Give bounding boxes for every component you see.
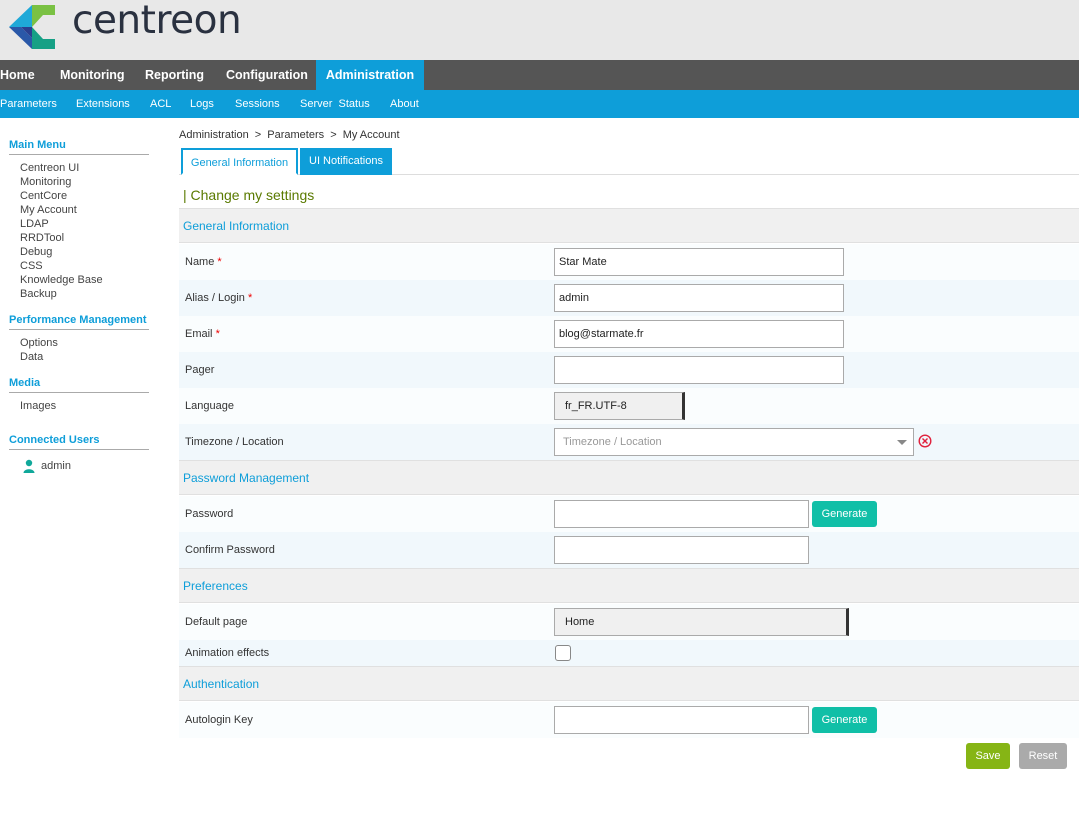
section-preferences: Preferences: [179, 568, 1079, 603]
alias-label: Alias / Login *: [185, 292, 253, 304]
sidebar-heading-media: Media: [9, 377, 149, 393]
password-label: Password: [185, 508, 234, 520]
section-general-information: General Information: [179, 208, 1079, 243]
brand-name: centreon: [72, 0, 242, 43]
autologin-key-field[interactable]: [554, 706, 809, 734]
language-label: Language: [185, 400, 234, 412]
topnav-monitoring[interactable]: Monitoring: [48, 60, 137, 90]
row-password: Password Generate: [179, 496, 1079, 532]
pager-label: Pager: [185, 364, 215, 376]
pager-field[interactable]: [554, 356, 844, 384]
user-icon: [23, 459, 35, 473]
sidebar-item-data[interactable]: Data: [20, 351, 43, 363]
animation-effects-checkbox[interactable]: [555, 645, 571, 661]
confirm-password-label: Confirm Password: [185, 544, 275, 556]
section-authentication: Authentication: [179, 666, 1079, 701]
required-marker: *: [217, 256, 222, 268]
reset-button[interactable]: Reset: [1019, 743, 1067, 769]
chevron-down-icon[interactable]: [897, 440, 907, 445]
language-select[interactable]: fr_FR.UTF-8: [554, 392, 685, 420]
sidebar-heading-connected-users: Connected Users: [9, 434, 149, 450]
sidebar-item-images[interactable]: Images: [20, 400, 56, 412]
page-title: | Change my settings: [183, 187, 315, 203]
timezone-label: Timezone / Location: [185, 436, 284, 448]
topnav-home[interactable]: Home: [0, 60, 47, 90]
email-label: Email *: [185, 328, 220, 340]
row-email: Email * blog@starmate.fr: [179, 316, 1079, 352]
password-field[interactable]: [554, 500, 809, 528]
animation-effects-label: Animation effects: [185, 647, 270, 659]
app-header: centreon: [0, 0, 1079, 60]
row-autologin-key: Autologin Key Generate: [179, 702, 1079, 738]
subnav-about[interactable]: About: [390, 90, 419, 118]
tab-ui-notifications[interactable]: UI Notifications: [300, 148, 392, 175]
subnav-parameters[interactable]: Parameters: [0, 90, 57, 118]
clear-circle-icon[interactable]: [918, 434, 932, 448]
breadcrumb-separator: >: [330, 129, 337, 141]
sidebar-item-debug[interactable]: Debug: [20, 246, 52, 258]
row-confirm-password: Confirm Password: [179, 532, 1079, 568]
timezone-placeholder: Timezone / Location: [563, 436, 662, 448]
email-field[interactable]: blog@starmate.fr: [554, 320, 844, 348]
alias-field[interactable]: admin: [554, 284, 844, 312]
sidebar-item-backup[interactable]: Backup: [20, 288, 57, 300]
topnav-configuration[interactable]: Configuration: [214, 60, 320, 90]
sidebar-item-centcore[interactable]: CentCore: [20, 190, 67, 202]
row-timezone: Timezone / Location Timezone / Location: [179, 424, 1079, 460]
breadcrumb-my-account[interactable]: My Account: [343, 129, 400, 141]
confirm-password-field[interactable]: [554, 536, 809, 564]
subnav-extensions[interactable]: Extensions: [76, 90, 130, 118]
save-button[interactable]: Save: [966, 743, 1010, 769]
required-marker: *: [215, 328, 220, 340]
breadcrumb-parameters[interactable]: Parameters: [267, 129, 324, 141]
top-nav: Home Monitoring Reporting Configuration …: [0, 60, 1079, 90]
sidebar-item-knowledge-base[interactable]: Knowledge Base: [20, 274, 103, 286]
sub-nav: Parameters Extensions ACL Logs Sessions …: [0, 90, 1079, 118]
centreon-logo-icon[interactable]: [9, 5, 55, 49]
row-pager: Pager: [179, 352, 1079, 388]
sidebar-item-ldap[interactable]: LDAP: [20, 218, 49, 230]
subnav-acl[interactable]: ACL: [150, 90, 171, 118]
row-default-page: Default page Home: [179, 604, 1079, 640]
subnav-server-status[interactable]: Server Status: [300, 90, 370, 118]
sidebar-item-rrdtool[interactable]: RRDTool: [20, 232, 64, 244]
default-page-select[interactable]: Home: [554, 608, 849, 636]
topnav-administration[interactable]: Administration: [316, 60, 424, 90]
breadcrumb-separator: >: [254, 129, 262, 141]
sidebar-item-css[interactable]: CSS: [20, 260, 43, 272]
tab-general-information[interactable]: General Information: [181, 148, 298, 175]
sidebar-item-my-account[interactable]: My Account: [20, 204, 77, 216]
row-animation-effects: Animation effects: [179, 640, 1079, 666]
generate-autologin-button[interactable]: Generate: [812, 707, 877, 733]
row-alias: Alias / Login * admin: [179, 280, 1079, 316]
sidebar-item-centreon-ui[interactable]: Centreon UI: [20, 162, 79, 174]
required-marker: *: [248, 292, 253, 304]
row-language: Language fr_FR.UTF-8: [179, 388, 1079, 424]
connected-user-admin[interactable]: admin: [41, 460, 71, 472]
timezone-select[interactable]: Timezone / Location: [554, 428, 914, 456]
row-name: Name * Star Mate: [179, 244, 1079, 280]
topnav-reporting[interactable]: Reporting: [133, 60, 216, 90]
sidebar-heading-performance: Performance Management: [9, 314, 149, 330]
autologin-key-label: Autologin Key: [185, 714, 253, 726]
breadcrumb-administration[interactable]: Administration: [179, 129, 249, 141]
sidebar-item-monitoring[interactable]: Monitoring: [20, 176, 71, 188]
breadcrumb: Administration > Parameters > My Account: [179, 129, 400, 141]
sidebar-heading-main-menu: Main Menu: [9, 139, 149, 155]
section-password-management: Password Management: [179, 460, 1079, 495]
default-page-label: Default page: [185, 616, 248, 628]
generate-password-button[interactable]: Generate: [812, 501, 877, 527]
sidebar-item-options[interactable]: Options: [20, 337, 58, 349]
subnav-sessions[interactable]: Sessions: [235, 90, 280, 118]
name-label: Name *: [185, 256, 222, 268]
name-field[interactable]: Star Mate: [554, 248, 844, 276]
sidebar: Main Menu Centreon UI Monitoring CentCor…: [0, 118, 160, 819]
subnav-logs[interactable]: Logs: [190, 90, 214, 118]
